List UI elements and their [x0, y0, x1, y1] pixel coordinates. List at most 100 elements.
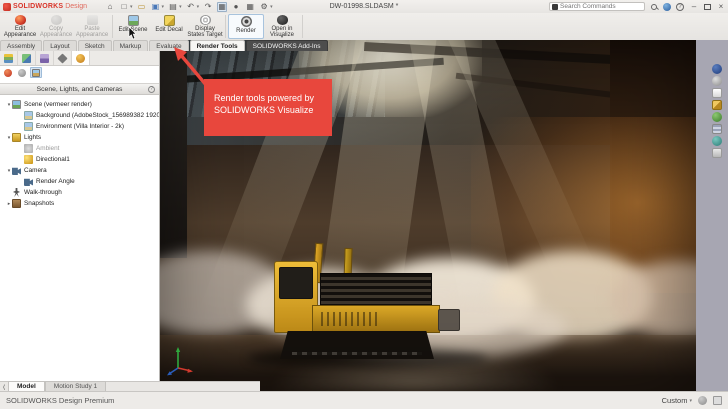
view-decals-button[interactable]: [16, 67, 28, 78]
edit-appearance-button[interactable]: Edit Appearance: [2, 14, 38, 39]
tree-item-camera[interactable]: ▾ Camera: [0, 165, 159, 176]
orientation-triad: [166, 346, 194, 376]
command-manager-ribbon: Edit Appearance Copy Appearance Paste Ap…: [0, 13, 728, 40]
tree-item-background[interactable]: Background (AdobeStock_156989382 1920): [0, 110, 159, 121]
background-image-icon: [24, 111, 33, 120]
apply-scene-icon[interactable]: [712, 112, 722, 122]
tab-model[interactable]: Model: [8, 381, 45, 391]
lights-folder-icon: [12, 133, 21, 142]
tab-propertymanager[interactable]: [18, 51, 36, 65]
units-dropdown[interactable]: Custom ▾: [662, 396, 692, 405]
tab-scroll-icon[interactable]: ⟨: [0, 384, 8, 391]
tree-item-snapshots[interactable]: ▸ Snapshots: [0, 198, 159, 209]
maximize-button[interactable]: [704, 4, 711, 10]
tab-sketch[interactable]: Sketch: [78, 40, 112, 51]
command-manager-tabs: Assembly Layout Sketch Markup Evaluate R…: [0, 40, 300, 51]
view-scene-lights-cameras-button[interactable]: [30, 67, 42, 78]
previous-view-icon[interactable]: [712, 76, 722, 86]
mouse-cursor: [128, 27, 137, 40]
tab-configurationmanager[interactable]: [36, 51, 54, 65]
search-scope-icon: [552, 4, 558, 10]
tab-assembly[interactable]: Assembly: [0, 40, 42, 51]
solidworks-window: SOLIDWORKS Design ⌂ □ ▾ ▭ ▣ ▾ ▤ ▾ ↶ ▾ ↷ …: [0, 0, 728, 409]
ribbon-separator: [112, 15, 113, 38]
titlebar-controls: ? – ×: [549, 1, 726, 12]
search-commands-box[interactable]: [549, 2, 645, 11]
panel-section-header: Scene, Lights, and Cameras ?: [0, 83, 159, 95]
search-icon[interactable]: [650, 3, 658, 11]
display-states-target-icon: [200, 15, 211, 25]
hide-show-items-icon[interactable]: [712, 136, 722, 146]
search-input[interactable]: [560, 3, 642, 10]
tree-item-environment[interactable]: Environment (Villa Interior - 2k): [0, 121, 159, 132]
edit-decal-icon: [164, 15, 175, 26]
snapshots-icon: [12, 199, 21, 208]
tab-evaluate[interactable]: Evaluate: [149, 40, 188, 51]
expand-caret-icon[interactable]: ▾: [6, 168, 12, 174]
tab-displaymanager[interactable]: [72, 51, 90, 65]
panel-help-icon[interactable]: ?: [148, 86, 155, 93]
tab-dimxpertmanager[interactable]: [54, 51, 72, 65]
view-appearances-button[interactable]: [2, 67, 14, 78]
zoom-to-fit-icon[interactable]: [712, 148, 722, 158]
display-states-target-button[interactable]: Display States Target: [187, 14, 223, 39]
copy-appearance-icon: [51, 15, 62, 25]
scene-tree: ▾ Scene (vermeer render) Background (Ado…: [0, 95, 159, 209]
feature-manager-panel: Scene, Lights, and Cameras ? ▾ Scene (ve…: [0, 51, 160, 381]
copy-appearance-button: Copy Appearance: [38, 14, 74, 39]
configurationmanager-icon: [40, 54, 49, 63]
panel-tab-bar: [0, 51, 159, 66]
featuremanager-icon: [4, 54, 13, 63]
help-icon[interactable]: ?: [676, 3, 684, 11]
title-bar: SOLIDWORKS Design ⌂ □ ▾ ▭ ▣ ▾ ▤ ▾ ↶ ▾ ↷ …: [0, 0, 728, 13]
edit-decal-button[interactable]: Edit Decal: [151, 14, 187, 39]
camera-icon: [12, 166, 21, 175]
tree-item-scene[interactable]: ▾ Scene (vermeer render): [0, 99, 159, 110]
close-button[interactable]: ×: [716, 2, 726, 11]
ribbon-separator: [225, 15, 226, 38]
render-icon: [241, 16, 252, 27]
tag-icon[interactable]: [698, 396, 707, 405]
open-in-visualize-icon: [277, 15, 288, 25]
tree-item-directional1[interactable]: Directional1: [0, 154, 159, 165]
tab-featuremanager[interactable]: [0, 51, 18, 65]
display-manager-subtabs: [0, 66, 159, 79]
tab-motion-study[interactable]: Motion Study 1: [45, 381, 106, 391]
tree-item-render-angle[interactable]: Render Angle: [0, 176, 159, 187]
ribbon-separator: [302, 15, 303, 38]
tree-item-walk-through[interactable]: Walk-through: [0, 187, 159, 198]
section-view-icon[interactable]: [712, 88, 722, 98]
scene-lights-cameras-icon: [32, 69, 40, 77]
document-tab-bar: ⟨ Model Motion Study 1: [0, 381, 260, 391]
edit-scene-icon: [128, 15, 139, 26]
view-decals-icon: [18, 69, 26, 77]
status-bar: SOLIDWORKS Design Premium Custom ▾: [0, 391, 728, 409]
tree-item-ambient[interactable]: Ambient: [0, 143, 159, 154]
tab-render-tools[interactable]: Render Tools: [190, 40, 245, 51]
view-settings-icon[interactable]: [712, 124, 722, 134]
edit-appearance-icon: [15, 15, 26, 25]
tab-markup[interactable]: Markup: [113, 40, 149, 51]
tree-item-lights[interactable]: ▾ Lights: [0, 132, 159, 143]
open-in-visualize-button[interactable]: Open in Visualize ▾: [264, 14, 300, 39]
paste-appearance-button: Paste Appearance: [74, 14, 110, 39]
scene-icon: [12, 100, 21, 109]
editing-state-icon[interactable]: [713, 396, 722, 405]
tab-solidworks-add-ins[interactable]: SOLIDWORKS Add-Ins: [246, 40, 328, 51]
dimxpertmanager-icon: [57, 53, 67, 63]
status-right-controls: Custom ▾: [662, 396, 722, 405]
units-caret-icon: ▾: [689, 398, 692, 404]
directional-light-icon: [24, 155, 33, 164]
display-style-icon[interactable]: [712, 100, 722, 110]
paste-appearance-icon: [87, 15, 98, 25]
view-toolbar: [712, 64, 722, 158]
3dexperience-compass-icon[interactable]: [663, 3, 671, 11]
view-orientation-icon[interactable]: [712, 64, 722, 74]
propertymanager-icon: [22, 54, 31, 63]
render-angle-camera-icon: [24, 177, 33, 186]
tab-layout[interactable]: Layout: [43, 40, 77, 51]
render-button[interactable]: Render: [228, 14, 264, 39]
minimize-button[interactable]: –: [689, 2, 699, 11]
ambient-light-icon: [24, 144, 33, 153]
view-appearances-icon: [4, 69, 12, 77]
